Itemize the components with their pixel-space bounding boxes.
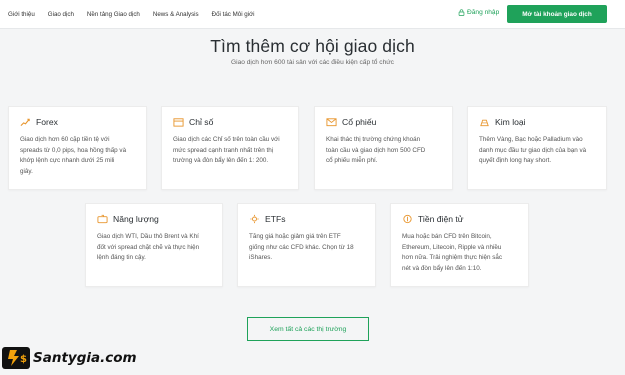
page-title: Tìm thêm cơ hội giao dịch — [210, 36, 415, 56]
card-description: Giao dịch hơn 60 cặp tiền tệ với spreads … — [20, 136, 127, 175]
market-card-metals[interactable]: Kim loại Thêm Vàng, Bạc hoặc Palladium v… — [467, 106, 607, 190]
card-description: Thêm Vàng, Bạc hoặc Palladium vào danh mụ… — [479, 136, 587, 164]
watermark-logo: $ Santygia.com — [2, 346, 137, 370]
page-subtitle: Giao dịch hơn 600 tài sản với các điều k… — [231, 59, 394, 66]
card-title: Năng lượng — [113, 214, 159, 224]
card-description: Khai thác thị trường chứng khoán toàn cầu… — [326, 136, 426, 164]
login-label: Đăng nhập — [467, 9, 500, 16]
market-card-forex[interactable]: Forex Giao dịch hơn 60 cặp tiền tệ với sp… — [8, 106, 147, 190]
see-all-markets-button[interactable]: Xem tất cả các thị trường — [247, 317, 369, 341]
nav-item-news-analysis[interactable]: News & Analysis — [153, 11, 199, 18]
lightning-dollar-icon: $ — [2, 347, 30, 369]
nav-item-trading[interactable]: Giao dịch — [48, 11, 74, 18]
card-title: Tiền điện tử — [418, 214, 464, 224]
forex-chart-icon — [20, 118, 30, 127]
top-navigation-bar: Giới thiệu Giao dịch Nền tảng Giao dịch … — [0, 0, 625, 29]
market-card-etfs[interactable]: ETFs Tăng giá hoặc giảm giá trên ETF giốn… — [237, 203, 376, 287]
metals-gold-icon — [480, 119, 489, 127]
card-title: Kim loại — [495, 117, 526, 127]
open-account-button[interactable]: Mở tài khoản giao dịch — [507, 5, 607, 23]
shares-envelope-icon — [326, 118, 337, 127]
svg-text:$: $ — [20, 354, 27, 365]
energy-oil-icon — [97, 214, 108, 224]
watermark-text: Santygia.com — [33, 350, 137, 366]
market-card-shares[interactable]: Cổ phiếu Khai thác thị trường chứng khoá… — [314, 106, 453, 190]
market-card-indices[interactable]: Chỉ số Giao dịch các Chỉ số trên toàn cầ… — [161, 106, 299, 190]
nav-item-partners[interactable]: Đối tác Môi giới — [212, 11, 255, 18]
card-title: Cổ phiếu — [342, 117, 377, 127]
card-description: Tăng giá hoặc giảm giá trên ETF giống như… — [249, 233, 354, 261]
indices-calendar-icon — [173, 118, 184, 127]
main-nav: Giới thiệu Giao dịch Nền tảng Giao dịch … — [8, 0, 268, 29]
card-description: Giao dịch các Chỉ số trên toàn cầu với mứ… — [173, 136, 280, 164]
login-link[interactable]: Đăng nhập — [458, 9, 499, 16]
market-card-energy[interactable]: Năng lượng Giao dịch WTI, Dầu thô Brent … — [85, 203, 223, 287]
card-title: ETFs — [265, 214, 286, 224]
market-card-crypto[interactable]: Tiền điện tử Mua hoặc bán CFD trên Bitco… — [390, 203, 529, 287]
card-title: Forex — [36, 117, 58, 127]
crypto-coin-icon — [403, 214, 412, 224]
nav-item-platforms[interactable]: Nền tảng Giao dịch — [87, 11, 140, 18]
etfs-sun-icon — [250, 214, 259, 224]
nav-item-about[interactable]: Giới thiệu — [8, 11, 35, 18]
lock-icon — [458, 9, 465, 16]
card-title: Chỉ số — [189, 117, 214, 127]
card-description: Mua hoặc bán CFD trên Bitcoin, Ethereum, … — [402, 233, 503, 272]
card-description: Giao dịch WTI, Dầu thô Brent và Khí đốt v… — [97, 233, 200, 261]
